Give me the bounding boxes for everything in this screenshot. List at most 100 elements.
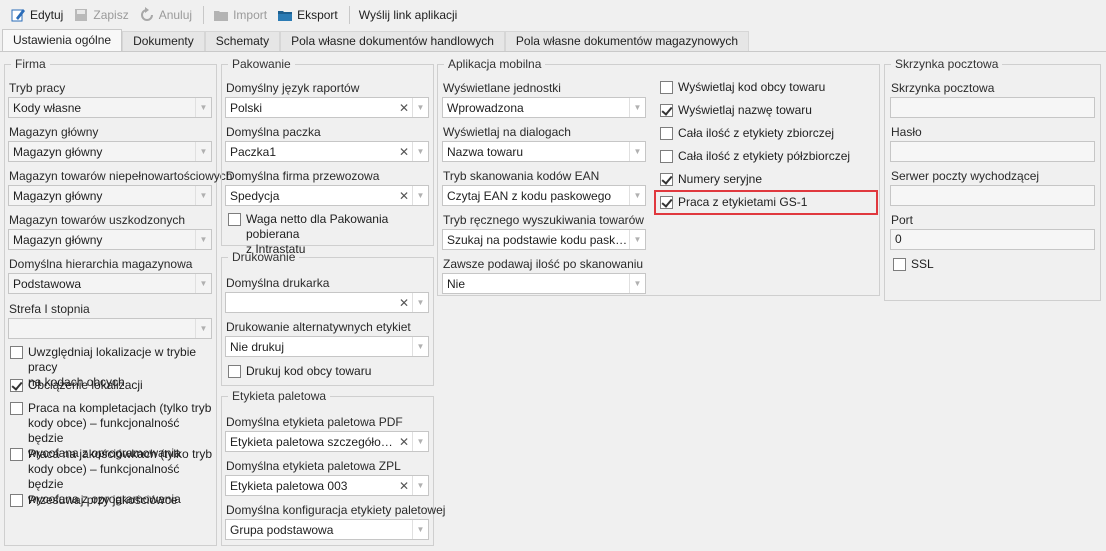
combo-reczne[interactable]: Szukaj na podstawie kodu paskowe... ▼ [442, 229, 646, 250]
checkbox-box[interactable] [660, 104, 673, 117]
tab-general-settings[interactable]: Ustawienia ogólne [2, 29, 123, 51]
dropdown-arrow-icon[interactable]: ▼ [629, 98, 645, 117]
combo-jednostki[interactable]: Wprowadzona ▼ [442, 97, 646, 118]
input-serwer[interactable] [890, 185, 1095, 206]
tab-documents[interactable]: Dokumenty [122, 31, 205, 51]
label-firma-przewozowa: Domyślna firma przewozowa [226, 169, 380, 183]
dropdown-arrow-icon[interactable]: ▼ [412, 432, 428, 451]
settings-page: Firma Tryb pracy Kody własne ▼ Magazyn g… [0, 52, 1106, 551]
checkbox-nazwa-towaru[interactable]: Wyświetlaj nazwę towaru [660, 103, 812, 118]
save-button-label: Zapisz [93, 7, 129, 22]
combo-firma-przewozowa[interactable]: Spedycja ✕ ▼ [225, 185, 429, 206]
undo-icon [140, 6, 153, 21]
dropdown-arrow-icon[interactable]: ▼ [412, 98, 428, 117]
dropdown-arrow-icon[interactable]: ▼ [195, 274, 211, 293]
clear-icon[interactable]: ✕ [396, 145, 412, 159]
checkbox-gs1[interactable]: Praca z etykietami GS-1 [660, 195, 807, 210]
dropdown-arrow-icon[interactable]: ▼ [412, 337, 428, 356]
combo-etykieta-pdf[interactable]: Etykieta paletowa szczegółowa ... ✕ ▼ [225, 431, 429, 452]
clear-icon[interactable]: ✕ [396, 189, 412, 203]
combo-dialogi[interactable]: Nazwa towaru ▼ [442, 141, 646, 162]
combo-hierarchia[interactable]: Podstawowa ▼ [8, 273, 212, 294]
combo-drukarka[interactable]: ✕ ▼ [225, 292, 429, 313]
checkbox-box[interactable] [660, 81, 673, 94]
label-ilosc: Zawsze podawaj ilość po skanowaniu [443, 257, 644, 271]
dropdown-arrow-icon[interactable]: ▼ [629, 142, 645, 161]
combo-jezyk[interactable]: Polski ✕ ▼ [225, 97, 429, 118]
dropdown-arrow-icon[interactable]: ▼ [412, 293, 428, 312]
export-button-label: Eksport [297, 7, 338, 22]
dropdown-arrow-icon[interactable]: ▼ [629, 274, 645, 293]
dropdown-arrow-icon[interactable]: ▼ [412, 476, 428, 495]
checkbox-box[interactable] [660, 150, 673, 163]
checkbox-box[interactable] [660, 127, 673, 140]
checkbox-box[interactable] [10, 346, 23, 359]
checkbox-drukuj-kod-obcy[interactable]: Drukuj kod obcy towaru [228, 364, 433, 379]
dropdown-arrow-icon[interactable]: ▼ [412, 520, 428, 539]
dropdown-arrow-icon[interactable]: ▼ [195, 186, 211, 205]
label-jednostki: Wyświetlane jednostki [443, 81, 561, 95]
checkbox-box[interactable] [10, 379, 23, 392]
checkbox-numery-seryjne[interactable]: Numery seryjne [660, 172, 762, 187]
dropdown-arrow-icon[interactable]: ▼ [195, 142, 211, 161]
combo-strefa[interactable]: ▼ [8, 318, 212, 339]
combo-tryb-pracy[interactable]: Kody własne ▼ [8, 97, 212, 118]
checkbox-box[interactable] [660, 196, 673, 209]
label-hierarchia: Domyślna hierarchia magazynowa [9, 257, 193, 271]
checkbox-label: Uwzględniaj lokalizacje w trybie pracy [28, 345, 197, 374]
combo-magazyn-uszk[interactable]: Magazyn główny ▼ [8, 229, 212, 250]
import-button[interactable]: Import [209, 4, 271, 26]
dropdown-arrow-icon[interactable]: ▼ [412, 186, 428, 205]
combo-alt-etykiety[interactable]: Nie drukuj ▼ [225, 336, 429, 357]
edit-button[interactable]: Edytuj [6, 4, 67, 26]
dropdown-arrow-icon[interactable]: ▼ [195, 319, 211, 338]
dropdown-arrow-icon[interactable]: ▼ [412, 142, 428, 161]
combo-value: Etykieta paletowa szczegółowa ... [230, 434, 396, 449]
checkbox-box[interactable] [10, 448, 23, 461]
dropdown-arrow-icon[interactable]: ▼ [195, 98, 211, 117]
checkbox-box[interactable] [893, 258, 906, 271]
dropdown-arrow-icon[interactable]: ▼ [195, 230, 211, 249]
combo-ean[interactable]: Czytaj EAN z kodu paskowego ▼ [442, 185, 646, 206]
checkbox-kod-obcy[interactable]: Wyświetlaj kod obcy towaru [660, 80, 825, 95]
input-haslo[interactable] [890, 141, 1095, 162]
checkbox-przesuwaj-jakosciowce[interactable]: Przesuwaj przy jakościówce [10, 493, 215, 508]
dropdown-arrow-icon[interactable]: ▼ [629, 230, 645, 249]
combo-konfiguracja-etykiety[interactable]: Grupa podstawowa ▼ [225, 519, 429, 540]
checkbox-box[interactable] [228, 365, 241, 378]
checkbox-label: SSL [911, 257, 934, 271]
checkbox-box[interactable] [228, 213, 241, 226]
clear-icon[interactable]: ✕ [396, 435, 412, 449]
checkbox-box[interactable] [10, 402, 23, 415]
tab-schemas[interactable]: Schematy [204, 31, 281, 51]
checkbox-etykieta-zbiorcza[interactable]: Cała ilość z etykiety zbiorczej [660, 126, 834, 141]
export-button[interactable]: Eksport [273, 4, 342, 26]
checkbox-ssl[interactable]: SSL [893, 257, 934, 272]
cancel-button[interactable]: Anuluj [135, 4, 196, 26]
label-skrzynka: Skrzynka pocztowa [891, 81, 995, 95]
clear-icon[interactable]: ✕ [396, 101, 412, 115]
combo-ilosc[interactable]: Nie ▼ [442, 273, 646, 294]
combo-magazyn-niepelno[interactable]: Magazyn główny ▼ [8, 185, 212, 206]
checkbox-box[interactable] [660, 173, 673, 186]
send-link-button[interactable]: Wyślij link aplikacji [355, 4, 462, 26]
checkbox-obciazenie-lokalizacji[interactable]: Obciążenie lokalizacji [10, 378, 215, 393]
dropdown-arrow-icon[interactable]: ▼ [629, 186, 645, 205]
input-skrzynka[interactable] [890, 97, 1095, 118]
save-button[interactable]: Zapisz [69, 4, 132, 26]
checkbox-label: Numery seryjne [678, 172, 763, 186]
checkbox-label: Przesuwaj przy jakościówce [28, 493, 178, 507]
label-reczne: Tryb ręcznego wyszukiwania towarów [443, 213, 644, 227]
clear-icon[interactable]: ✕ [396, 296, 412, 310]
checkbox-box[interactable] [10, 494, 23, 507]
checkbox-etykieta-polzbiorcza[interactable]: Cała ilość z etykiety półzbiorczej [660, 149, 850, 164]
tab-custom-fields-warehouse[interactable]: Pola własne dokumentów magazynowych [504, 31, 750, 51]
combo-paczka[interactable]: Paczka1 ✕ ▼ [225, 141, 429, 162]
input-port[interactable]: 0 [890, 229, 1095, 250]
tab-custom-fields-trade[interactable]: Pola własne dokumentów handlowych [280, 31, 505, 51]
group-firma-title: Firma [15, 57, 46, 71]
combo-etykieta-zpl[interactable]: Etykieta paletowa 003 ✕ ▼ [225, 475, 429, 496]
clear-icon[interactable]: ✕ [396, 479, 412, 493]
combo-magazyn-glowny[interactable]: Magazyn główny ▼ [8, 141, 212, 162]
send-link-button-label: Wyślij link aplikacji [358, 7, 458, 22]
